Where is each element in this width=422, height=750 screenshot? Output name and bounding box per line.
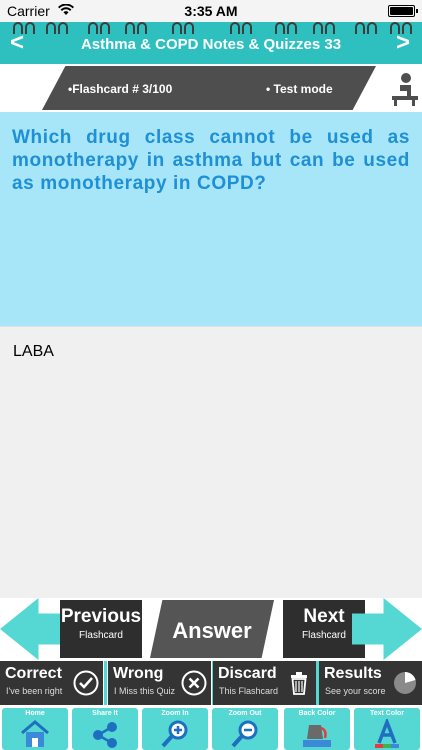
trash-icon <box>291 672 307 695</box>
ring-icon <box>275 22 285 34</box>
cross-icon <box>181 670 207 696</box>
results-button[interactable]: Results See your score <box>319 661 422 705</box>
share-button[interactable]: Share It <box>72 708 138 750</box>
discard-button[interactable]: Discard This Flashcard <box>213 661 316 705</box>
zoom-out-icon <box>231 720 258 748</box>
info-bar: •Flashcard # 3/100 • Test mode <box>0 64 422 112</box>
zoom-out-button[interactable]: Zoom Out <box>212 708 278 750</box>
ring-icon <box>355 22 365 34</box>
ring-icon <box>25 22 35 34</box>
flashcard-navigation: Previous Flashcard Answer Next Flashcard <box>0 598 422 660</box>
ring-icon <box>367 22 377 34</box>
answer-text: LABA <box>13 343 54 360</box>
ring-icon <box>184 22 194 34</box>
mode-label: • Test mode <box>266 82 333 96</box>
ring-icon <box>58 22 68 34</box>
show-answer-button[interactable]: Answer <box>150 600 274 658</box>
discard-label: Discard <box>218 665 277 682</box>
tool-label: Home <box>25 710 45 717</box>
ring-icon <box>325 22 335 34</box>
correct-button[interactable]: Correct I've been right <box>0 661 103 705</box>
previous-flashcard-button[interactable]: Previous Flashcard <box>60 600 142 658</box>
tool-label: Share It <box>92 710 118 717</box>
clock: 3:35 AM <box>184 3 238 19</box>
status-bar: Carrier 3:35 AM <box>0 0 422 22</box>
text-color-icon <box>375 719 399 748</box>
zoom-in-icon <box>161 720 188 748</box>
wrong-sublabel: I Miss this Quiz <box>114 686 176 696</box>
title-bar: < Asthma & COPD Notes & Quizzes 33 > <box>0 22 422 64</box>
tool-label: Zoom Out <box>228 710 262 717</box>
tool-label: Zoom In <box>161 710 189 717</box>
next-page-button[interactable]: > <box>396 30 410 56</box>
grading-bar: Correct I've been right Wrong I Miss thi… <box>0 660 422 706</box>
ring-icon <box>46 22 56 34</box>
previous-page-button[interactable]: < <box>10 30 24 56</box>
share-icon <box>93 722 117 748</box>
question-card: Which drug class cannot be used as monot… <box>0 112 422 326</box>
flashcard-counter: •Flashcard # 3/100 <box>68 82 173 96</box>
page-title: Asthma & COPD Notes & Quizzes 33 <box>80 36 342 53</box>
ring-icon <box>172 22 182 34</box>
divider <box>104 661 107 705</box>
answer-label: Answer <box>172 618 252 643</box>
text-color-button[interactable]: Text Color <box>354 708 420 750</box>
person-desk-icon <box>392 73 418 106</box>
back-color-button[interactable]: Back Color <box>284 708 350 750</box>
correct-sublabel: I've been right <box>6 686 63 696</box>
checkmark-icon <box>73 670 99 696</box>
correct-label: Correct <box>5 665 62 682</box>
battery-icon <box>388 5 418 17</box>
discard-sublabel: This Flashcard <box>219 686 279 696</box>
paint-bucket-icon <box>303 725 331 747</box>
binder-rings <box>0 22 422 34</box>
tool-label: Back Color <box>298 710 336 717</box>
wrong-button[interactable]: Wrong I Miss this Quiz <box>108 661 211 705</box>
zoom-in-button[interactable]: Zoom In <box>142 708 208 750</box>
ring-icon <box>242 22 252 34</box>
previous-label: Previous <box>60 606 142 627</box>
ring-icon <box>125 22 135 34</box>
tool-label: Text Color <box>369 710 405 717</box>
ring-icon <box>137 22 147 34</box>
home-button[interactable]: Home <box>2 708 68 750</box>
ring-icon <box>88 22 98 34</box>
wrong-label: Wrong <box>113 665 164 682</box>
ring-icon <box>100 22 110 34</box>
pie-chart-icon <box>394 672 416 694</box>
results-sublabel: See your score <box>325 686 386 696</box>
results-label: Results <box>324 665 382 682</box>
home-icon <box>21 720 49 747</box>
question-text: Which drug class cannot be used as monot… <box>12 127 410 194</box>
answer-card: LABA <box>0 326 422 598</box>
previous-sublabel: Flashcard <box>79 630 123 641</box>
ring-icon <box>287 22 297 34</box>
toolbar: Home Share It Zoom In Zoom Out Back Colo… <box>0 706 422 750</box>
ring-icon <box>230 22 240 34</box>
ring-icon <box>313 22 323 34</box>
